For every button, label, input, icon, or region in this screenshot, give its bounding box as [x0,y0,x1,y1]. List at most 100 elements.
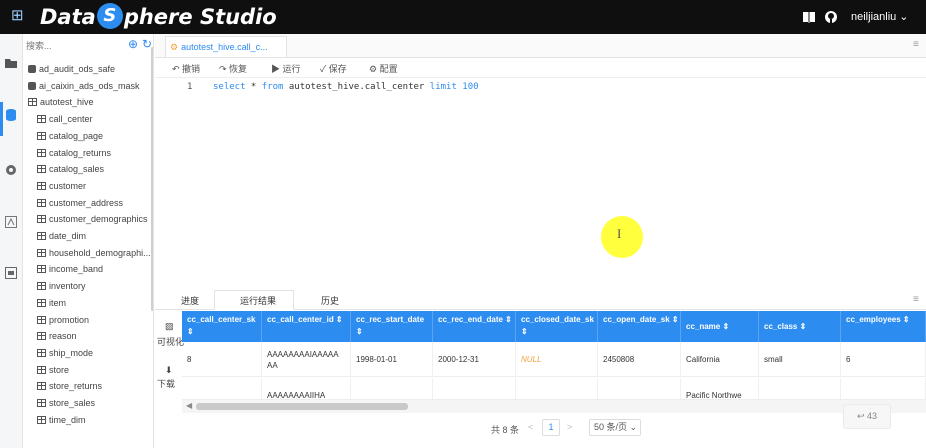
tree-item[interactable]: customer_address [37,195,123,211]
table-icon [37,248,46,257]
column-header[interactable]: cc_call_center_id ⇕ [262,311,351,342]
column-header[interactable]: cc_name ⇕ [681,311,759,342]
scroll-left-icon[interactable]: ◀ [186,401,192,410]
chart-icon[interactable]: ▨ [165,321,174,332]
tree-item-label: store_sales [49,398,96,408]
tree-item[interactable]: call_center [37,111,93,127]
tree-item-label: household_demographi... [49,247,151,258]
tree-item[interactable]: inventory [37,278,86,294]
table-cell [841,378,926,399]
tree-item-label: catalog_returns [49,147,112,158]
tree-scrollbar[interactable] [151,47,153,311]
tree-item[interactable]: store [37,362,69,378]
tab-history[interactable]: 历史 [321,294,339,307]
table-icon [37,181,46,190]
result-menu-icon[interactable]: ≡ [913,294,919,305]
table-cell: 8 [182,342,262,377]
gear-icon[interactable] [4,163,18,177]
tree-item[interactable]: date_dim [37,228,86,244]
editor-gutter: 1 [155,78,207,322]
tree-item[interactable]: reason [37,328,77,344]
column-header[interactable]: cc_class ⇕ [759,311,841,342]
tree-item[interactable]: store_returns [37,378,102,394]
tree-item-label: store_returns [49,381,103,392]
code-editor[interactable]: 1 select * from autotest_hive.call_cente… [155,78,926,322]
column-header[interactable]: cc_employees ⇕ [841,311,926,342]
table-cell [598,378,681,399]
udf-icon[interactable] [4,266,18,280]
tree-item[interactable]: store_sales [37,395,95,411]
tree-item[interactable]: autotest_hive [28,94,94,110]
tree-item[interactable]: time_dim [37,412,86,428]
tree-item[interactable]: income_band [37,261,103,277]
tree-item[interactable]: catalog_page [37,128,103,144]
table-cell: small [759,342,841,377]
row-count-badge: ↩ 43 [843,404,891,429]
tree-item-label: customer [49,180,87,191]
config-button[interactable]: ⚙ 配置 [369,62,398,75]
table-icon [37,265,46,274]
save-button[interactable]: ✓ 保存 [320,62,347,75]
scrollbar-thumb[interactable] [196,403,408,410]
visualize-button[interactable]: 可视化 [157,335,184,348]
tree-item[interactable]: customer [37,178,86,194]
tab-menu-icon[interactable]: ≡ [913,39,919,50]
grid-icon[interactable]: ⊞ [11,8,25,23]
download-icon[interactable]: ⬇ [165,365,173,376]
table-row[interactable]: 8 AAAAAAAAIAAAAAAA 1998-01-01 2000-12-31 NUL… [182,342,926,377]
tab-run-result[interactable]: 运行结果 [240,294,276,307]
total-count: 共 8 条 [491,425,520,435]
tree-item-label: customer_address [49,197,124,208]
table-icon [37,298,46,307]
tree-item[interactable]: item [37,295,66,311]
tree-item[interactable]: catalog_returns [37,145,111,161]
github-icon[interactable] [824,10,838,24]
table-row[interactable]: AAAAAAAAIIHA Pacific Northwe [182,378,926,399]
book-icon[interactable] [802,11,816,23]
line-number: 1 [187,82,193,92]
download-button[interactable]: 下载 [157,377,175,390]
prev-page-button[interactable]: < [528,422,533,432]
tree-item-label: call_center [49,114,93,125]
table-cell [182,378,262,399]
next-page-button[interactable]: > [567,422,572,432]
tree-item[interactable]: household_demographi... [37,245,151,261]
table-icon [37,332,46,341]
function-icon[interactable] [4,215,18,229]
tree-item[interactable]: promotion [37,312,89,328]
tree-item-label: customer_demographics [49,214,148,225]
table-cell [351,378,433,399]
run-button[interactable]: ▶ 运行 [271,62,301,75]
redo-button[interactable]: ↷ 恢复 [219,62,247,75]
page-size-select[interactable]: 50 条/页 ⌄ [589,419,641,436]
horizontal-scrollbar[interactable]: ◀ [182,399,926,413]
tree-item[interactable]: ad_audit_ods_safe [28,61,115,77]
folder-icon[interactable] [4,56,18,70]
database-icon[interactable] [4,108,18,122]
table-cell: 6 [841,342,926,377]
page-number[interactable]: 1 [542,419,560,436]
column-header[interactable]: cc_open_date_sk ⇕ [598,311,681,342]
tab-autotest-hive[interactable]: ⚙ autotest_hive.call_c... [165,36,287,57]
tree-item[interactable]: ai_caixin_ads_ods_mask [28,78,140,94]
user-menu[interactable]: neiljianliu ⌄ [851,10,909,23]
table-icon [37,131,46,140]
tab-progress[interactable]: 进度 [181,294,199,307]
table-cell [433,378,516,399]
table-icon [37,399,46,407]
tree-search-input[interactable] [26,39,121,53]
code-line[interactable]: select * from autotest_hive.call_center … [213,82,479,92]
tree-item-label: reason [49,331,77,342]
column-header[interactable]: cc_rec_start_date ⇕ [351,311,433,342]
column-header[interactable]: cc_closed_date_sk ⇕ [516,311,598,342]
tree-item[interactable]: ship_mode [37,345,93,361]
add-icon[interactable]: ⊕ [128,37,138,51]
undo-button[interactable]: ↶ 撤销 [172,62,200,75]
table-icon [37,382,46,391]
table-icon [37,198,46,207]
column-header[interactable]: cc_rec_end_date ⇕ [433,311,516,342]
tree-item[interactable]: catalog_sales [37,161,104,177]
table-cell: California [681,342,759,377]
column-header[interactable]: cc_call_center_sk ⇕ [182,311,262,342]
tree-item[interactable]: customer_demographics [37,211,148,227]
